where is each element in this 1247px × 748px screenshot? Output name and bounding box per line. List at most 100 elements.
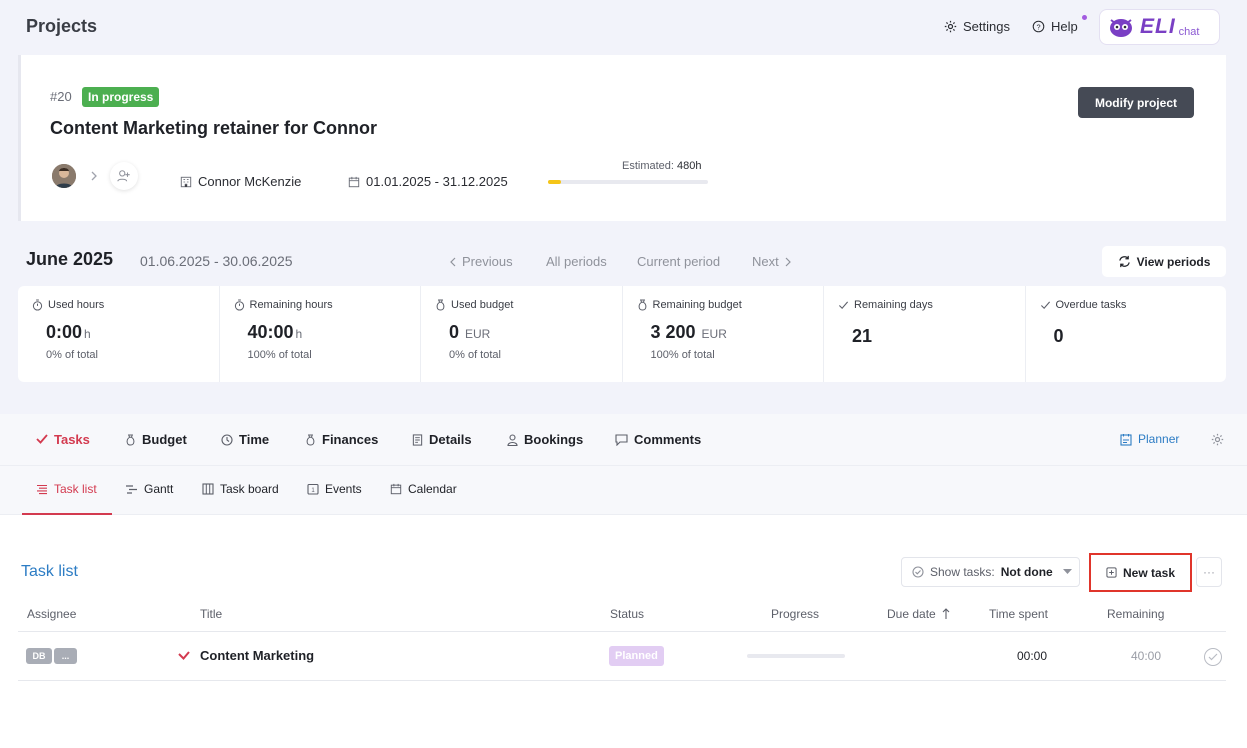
active-subtab-indicator bbox=[22, 513, 112, 515]
avatar[interactable] bbox=[52, 164, 76, 188]
add-user-button[interactable] bbox=[110, 162, 138, 190]
tab-tasks[interactable]: Tasks bbox=[36, 432, 90, 447]
add-user-icon bbox=[117, 169, 131, 183]
settings-link[interactable]: Settings bbox=[944, 19, 1010, 34]
gear-icon[interactable] bbox=[1211, 433, 1224, 446]
document-icon bbox=[412, 433, 423, 446]
stat-label: Overdue tasks bbox=[1040, 299, 1227, 311]
stat-value: 0 bbox=[1053, 326, 1064, 346]
calendar-icon bbox=[348, 176, 360, 188]
help-link[interactable]: ? Help bbox=[1032, 15, 1087, 34]
current-period-link[interactable]: Current period bbox=[637, 254, 720, 269]
stat-remaining-budget: Remaining budget 3 200 EUR 100% of total bbox=[623, 286, 824, 382]
view-periods-label: View periods bbox=[1136, 254, 1211, 269]
comment-icon bbox=[615, 433, 628, 446]
planner-label: Planner bbox=[1138, 432, 1180, 446]
sort-arrow-up-icon bbox=[942, 608, 950, 620]
task-progress-bar bbox=[747, 654, 845, 658]
stat-label-text: Used hours bbox=[48, 299, 105, 311]
subtab-gantt[interactable]: Gantt bbox=[125, 482, 173, 496]
project-number: #20 bbox=[50, 89, 72, 104]
tab-label: Tasks bbox=[54, 432, 90, 447]
eli-owl-icon bbox=[1108, 16, 1134, 38]
task-time-spent: 00:00 bbox=[1017, 649, 1048, 663]
tab-time[interactable]: Time bbox=[221, 432, 269, 447]
priority-check-icon bbox=[178, 651, 190, 661]
column-header-progress[interactable]: Progress bbox=[771, 607, 819, 621]
estimated-value: 480h bbox=[677, 160, 702, 172]
mark-done-button[interactable] bbox=[1204, 648, 1222, 666]
money-bag-icon bbox=[305, 433, 316, 446]
calendar-icon bbox=[390, 483, 402, 495]
column-header-remaining[interactable]: Remaining bbox=[1107, 607, 1164, 621]
stat-unit: h bbox=[295, 327, 303, 341]
previous-period-link[interactable]: Previous bbox=[449, 254, 513, 269]
subtab-task-board[interactable]: Task board bbox=[202, 482, 279, 496]
stat-label-text: Used budget bbox=[451, 299, 514, 311]
column-header-assignee[interactable]: Assignee bbox=[27, 607, 76, 621]
stat-label: Remaining hours bbox=[234, 299, 421, 311]
money-bag-icon bbox=[637, 299, 648, 311]
period-range: 01.06.2025 - 30.06.2025 bbox=[140, 253, 293, 269]
eli-chat-button[interactable]: ELI chat bbox=[1099, 9, 1220, 45]
stat-sub: 100% of total bbox=[247, 349, 312, 361]
check-icon bbox=[36, 434, 48, 445]
column-header-status[interactable]: Status bbox=[610, 607, 644, 621]
next-period-link[interactable]: Next bbox=[752, 254, 792, 269]
planner-link[interactable]: Planner bbox=[1120, 432, 1179, 446]
status-badge: In progress bbox=[82, 87, 160, 107]
tab-comments[interactable]: Comments bbox=[615, 432, 701, 447]
stat-remaining-days: Remaining days 21 bbox=[824, 286, 1026, 382]
tab-finances[interactable]: Finances bbox=[305, 432, 378, 447]
caret-down-icon bbox=[1062, 569, 1072, 575]
all-periods-link[interactable]: All periods bbox=[546, 254, 607, 269]
estimated-label: Estimated: 480h bbox=[622, 160, 702, 172]
chevron-left-icon bbox=[449, 257, 457, 267]
subtab-events[interactable]: 1 Events bbox=[307, 482, 362, 496]
show-tasks-value: Not done bbox=[1000, 565, 1053, 579]
stat-overdue-tasks: Overdue tasks 0 bbox=[1026, 286, 1227, 382]
stat-used-budget: Used budget 0 EUR 0% of total bbox=[421, 286, 623, 382]
more-options-button[interactable]: ··· bbox=[1196, 557, 1222, 587]
check-icon bbox=[1208, 653, 1218, 661]
tab-label: Time bbox=[239, 432, 270, 447]
column-header-due-date[interactable]: Due date bbox=[887, 607, 950, 621]
tab-details[interactable]: Details bbox=[412, 432, 472, 447]
column-header-time-spent[interactable]: Time spent bbox=[989, 607, 1048, 621]
stat-label-text: Remaining budget bbox=[652, 299, 742, 311]
subtab-label: Events bbox=[325, 482, 362, 496]
gantt-icon bbox=[125, 484, 138, 495]
tab-budget[interactable]: Budget bbox=[125, 432, 187, 447]
stat-value: 0 EUR bbox=[449, 322, 622, 343]
view-periods-button[interactable]: View periods bbox=[1102, 246, 1226, 277]
stat-value-text: 3 200 bbox=[650, 322, 696, 342]
task-title[interactable]: Content Marketing bbox=[200, 648, 314, 663]
project-title: Content Marketing retainer for Connor bbox=[50, 118, 378, 138]
stopwatch-icon bbox=[32, 299, 43, 311]
board-icon bbox=[202, 483, 214, 495]
subtab-label: Task list bbox=[54, 482, 97, 496]
assignee-chip[interactable]: DB bbox=[26, 648, 52, 664]
subtab-calendar[interactable]: Calendar bbox=[390, 482, 457, 496]
help-icon: ? bbox=[1032, 20, 1045, 33]
show-tasks-filter[interactable]: Show tasks: Not done bbox=[901, 557, 1080, 587]
subtab-task-list[interactable]: Task list bbox=[36, 482, 97, 496]
svg-text:?: ? bbox=[1036, 22, 1040, 31]
money-bag-icon bbox=[125, 433, 136, 446]
estimated-progress-fill bbox=[548, 180, 561, 184]
tab-label: Comments bbox=[634, 432, 702, 447]
stat-value: 21 bbox=[852, 326, 873, 346]
stat-value: 3 200 EUR bbox=[651, 322, 824, 343]
column-header-title[interactable]: Title bbox=[200, 607, 222, 621]
previous-label: Previous bbox=[462, 254, 513, 269]
stopwatch-icon bbox=[234, 299, 245, 311]
tab-label: Finances bbox=[322, 432, 379, 447]
new-task-button[interactable]: New task bbox=[1089, 553, 1192, 592]
tab-bookings[interactable]: Bookings bbox=[507, 432, 583, 447]
stat-unit: EUR bbox=[701, 327, 727, 341]
assignee-more-chip[interactable]: ... bbox=[54, 648, 77, 664]
chevron-right-icon bbox=[90, 170, 98, 182]
column-header-label: Due date bbox=[887, 607, 936, 621]
modify-project-button[interactable]: Modify project bbox=[1078, 87, 1194, 118]
stat-used-hours: Used hours 0:00 h 0% of total bbox=[18, 286, 220, 382]
